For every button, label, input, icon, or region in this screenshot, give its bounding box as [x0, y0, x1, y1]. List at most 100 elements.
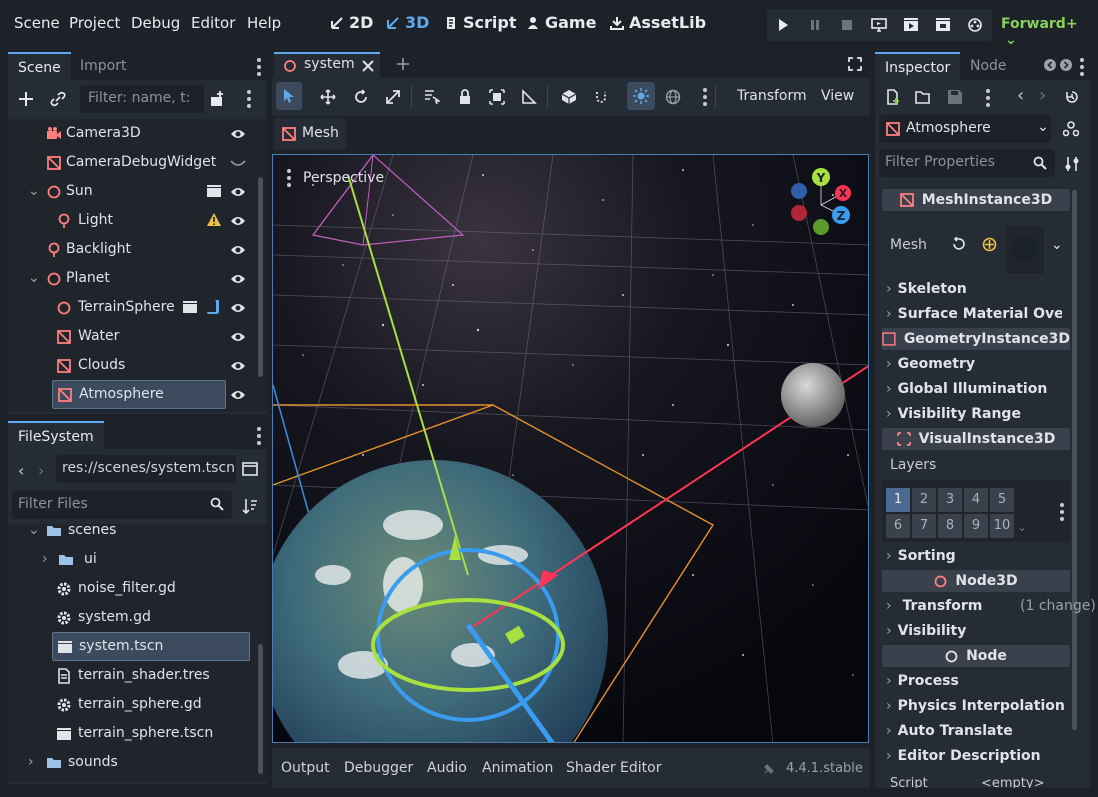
view-gizmo[interactable]: Y X Z [785, 165, 859, 239]
scene-tab-system[interactable]: system [274, 52, 380, 78]
script-property-value[interactable]: <empty> [981, 776, 1045, 788]
view-menu[interactable]: View [821, 88, 854, 104]
mesh-menu-button[interactable]: Mesh [274, 118, 346, 150]
scale-tool-icon[interactable] [385, 89, 401, 105]
menu-debug[interactable]: Debug [131, 14, 180, 32]
menu-help[interactable]: Help [247, 14, 281, 32]
dock-left-icon[interactable] [1043, 58, 1057, 72]
filter-files-input[interactable]: Filter Files [12, 491, 232, 519]
tab-audio[interactable]: Audio [427, 760, 467, 776]
clapper-icon[interactable] [206, 183, 222, 199]
local-space-icon[interactable] [561, 89, 577, 105]
category-sorting[interactable]: Sorting [886, 548, 956, 564]
visibility-eye-icon[interactable] [230, 244, 246, 256]
workspace-3d-button[interactable]: 3D [386, 13, 429, 32]
tab-debugger[interactable]: Debugger [344, 760, 413, 776]
file-item-terrain-sphere-tscn[interactable]: terrain_sphere.tscn [56, 719, 256, 748]
move-tool-icon[interactable] [320, 89, 336, 105]
layer-8[interactable]: 8 [938, 514, 962, 538]
back-icon[interactable]: ‹ [18, 461, 24, 480]
category-visibility-range[interactable]: Visibility Range [886, 406, 1021, 422]
tree-node-clouds[interactable]: Clouds [56, 351, 256, 380]
split-view-icon[interactable] [242, 462, 258, 476]
file-item-ui[interactable]: › ui [42, 545, 256, 574]
layer-5[interactable]: 5 [990, 488, 1014, 512]
scene-filter-input[interactable]: Filter: name, t: [80, 85, 204, 113]
3d-viewport[interactable]: Perspective Y X Z [272, 154, 869, 743]
layer-10[interactable]: 10 [990, 514, 1014, 538]
tab-node[interactable]: Node [960, 52, 1017, 80]
file-tree-scrollbar[interactable] [258, 644, 263, 774]
workspace-2d-button[interactable]: 2D [330, 13, 373, 32]
ruler-icon[interactable] [521, 89, 537, 105]
layer-1[interactable]: 1 [886, 488, 910, 512]
renderer-select[interactable]: Forward+ ⌄ [1001, 16, 1098, 48]
category-global-illumination[interactable]: Global Illumination [886, 381, 1048, 397]
visibility-eye-icon[interactable] [230, 186, 246, 198]
chevron-down-icon[interactable]: ⌄ [28, 177, 40, 206]
environment-icon[interactable] [665, 89, 681, 105]
inspector-options-icon[interactable] [986, 89, 990, 107]
tree-node-camera3d[interactable]: Camera3D [46, 119, 256, 148]
warning-icon[interactable] [206, 212, 222, 228]
category-visibility[interactable]: Visibility [886, 623, 967, 639]
viewport-menu-icon[interactable] [287, 169, 291, 187]
snap-icon[interactable] [593, 89, 609, 105]
instance-scene-icon[interactable] [209, 91, 225, 107]
add-node-icon[interactable] [18, 91, 34, 107]
category-auto-translate[interactable]: Auto Translate [886, 723, 1013, 739]
history-back-icon[interactable]: ‹ [1017, 85, 1024, 106]
play-custom-scene-icon[interactable] [935, 17, 951, 33]
visibility-hidden-icon[interactable] [230, 157, 246, 169]
tree-node-cameradebugwidget[interactable]: CameraDebugWidget [46, 148, 256, 177]
category-surface-material[interactable]: Surface Material Overri [886, 306, 1062, 322]
revert-icon[interactable] [951, 237, 966, 252]
dock-right-icon[interactable] [1059, 58, 1073, 72]
new-resource-icon[interactable] [885, 89, 901, 105]
workspace-assetlib-button[interactable]: AssetLib [610, 13, 706, 32]
layer-6[interactable]: 6 [886, 514, 910, 538]
stop-icon[interactable] [839, 17, 855, 33]
category-geometry[interactable]: Geometry [886, 356, 975, 372]
visibility-eye-icon[interactable] [230, 389, 246, 401]
tree-node-light[interactable]: Light [56, 206, 256, 235]
scene-tree-scrollbar[interactable] [258, 177, 263, 377]
tab-shader-editor[interactable]: Shader Editor [566, 760, 661, 776]
lock-icon[interactable] [457, 89, 473, 105]
play-scene-icon[interactable] [903, 17, 919, 33]
group-icon[interactable] [489, 89, 505, 105]
file-item-sounds[interactable]: › sounds [28, 748, 256, 777]
layer-9[interactable]: 9 [964, 514, 988, 538]
tree-node-planet[interactable]: ⌄ Planet [28, 264, 256, 293]
scene-tree-options-icon[interactable] [247, 90, 251, 108]
layers-menu-icon[interactable] [1060, 503, 1064, 521]
tree-node-atmosphere[interactable]: Atmosphere [52, 380, 226, 409]
tab-scene[interactable]: Scene [8, 52, 71, 80]
chevron-down-icon[interactable]: ⌄ [1051, 237, 1063, 253]
save-icon[interactable] [947, 89, 963, 105]
transform-menu[interactable]: Transform [737, 88, 807, 104]
select-tool-button[interactable] [276, 82, 302, 110]
visibility-eye-icon[interactable] [230, 215, 246, 227]
clapper-icon[interactable] [182, 299, 198, 315]
open-folder-icon[interactable] [915, 89, 931, 105]
pin-icon[interactable] [762, 762, 776, 776]
chevron-right-icon[interactable]: › [42, 545, 48, 574]
visibility-eye-icon[interactable] [230, 128, 246, 140]
tab-animation[interactable]: Animation [482, 760, 553, 776]
object-selector[interactable]: Atmosphere ⌄ [879, 115, 1051, 143]
category-physics-interpolation[interactable]: Physics Interpolation [886, 698, 1065, 714]
script-attached-icon[interactable] [206, 299, 222, 315]
menu-editor[interactable]: Editor [191, 14, 235, 32]
visibility-eye-icon[interactable] [230, 302, 246, 314]
distraction-free-icon[interactable] [848, 57, 862, 71]
tab-import[interactable]: Import [70, 52, 136, 80]
sort-icon[interactable] [242, 498, 258, 514]
mesh-preview[interactable] [1006, 226, 1044, 274]
tree-node-backlight[interactable]: Backlight [46, 235, 256, 264]
visibility-eye-icon[interactable] [230, 360, 246, 372]
chevron-down-icon[interactable]: ⌄ [28, 264, 40, 293]
chevron-down-icon[interactable]: ⌄ [28, 524, 40, 545]
category-skeleton[interactable]: Skeleton [886, 281, 967, 297]
menu-project[interactable]: Project [69, 14, 120, 32]
